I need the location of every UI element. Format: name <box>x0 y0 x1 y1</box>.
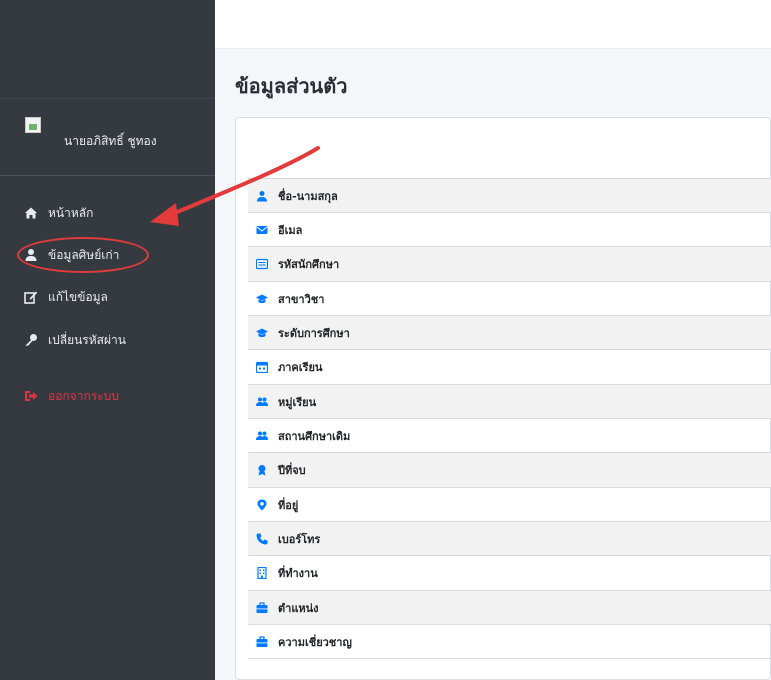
graduation-cap-icon <box>256 293 268 305</box>
sidebar-item-label: เปลี่ยนรหัสผ่าน <box>48 332 126 347</box>
sidebar-item-label: หน้าหลัก <box>48 205 94 220</box>
field-label: ระดับการศึกษา <box>278 327 350 340</box>
page-title: ข้อมูลส่วนตัว <box>235 74 348 98</box>
field-row-fullname: ชื่อ-นามสกุล <box>248 178 771 213</box>
id-card-icon <box>255 258 269 270</box>
field-row-position: ตำแหน่ง <box>248 590 771 625</box>
phone-icon <box>256 533 268 545</box>
sidebar-item-change-password[interactable]: เปลี่ยนรหัสผ่าน <box>0 320 215 360</box>
sidebar-item-label: แก้ไขข้อมูล <box>48 289 108 304</box>
map-marker-icon <box>256 499 268 511</box>
user-icon <box>256 190 268 202</box>
field-label: ปีที่จบ <box>278 464 306 477</box>
field-row-major: สาขาวิชา <box>248 281 771 316</box>
annotation-highlight-circle <box>17 237 149 273</box>
building-icon <box>256 566 268 580</box>
field-row-semester: ภาคเรียน <box>248 349 771 384</box>
briefcase-icon <box>256 635 268 648</box>
field-label: เบอร์โทร <box>278 533 321 546</box>
field-label: ชื่อ-นามสกุล <box>278 190 338 203</box>
field-row-student-id: รหัสนักศึกษา <box>248 246 771 281</box>
calendar-icon <box>255 361 269 374</box>
field-label: ตำแหน่ง <box>278 602 319 615</box>
mail-icon <box>256 224 268 236</box>
award-icon <box>256 464 268 476</box>
avatar <box>25 117 41 133</box>
field-row-graduation-year: ปีที่จบ <box>248 452 771 487</box>
graduation-cap-icon <box>256 327 268 339</box>
field-label: ภาคเรียน <box>278 361 323 374</box>
field-label: อีเมล <box>278 224 303 237</box>
field-label: รหัสนักศึกษา <box>278 258 340 271</box>
field-label: ที่อยู่ <box>278 499 299 512</box>
users-icon <box>256 430 268 442</box>
sidebar: นายอภิสิทธิ์ ชูทอง หน้าหลัก ข้อมูลศิษย์เ… <box>0 0 215 680</box>
edit-icon <box>24 290 38 304</box>
key-icon <box>24 333 38 347</box>
briefcase-icon <box>256 602 268 614</box>
field-row-expertise: ความเชี่ยวชาญ <box>248 624 771 659</box>
logout-icon <box>24 389 38 403</box>
field-label: หมู่เรียน <box>278 396 317 409</box>
field-row-email: อีเมล <box>248 212 771 247</box>
field-label: สถานศึกษาเดิม <box>278 430 351 443</box>
field-row-class-group: หมู่เรียน <box>248 384 771 419</box>
users-icon <box>256 396 268 408</box>
field-row-workplace: ที่ทำงาน <box>248 555 771 590</box>
home-icon <box>24 206 38 220</box>
field-row-previous-school: สถานศึกษาเดิม <box>248 418 771 453</box>
field-label: ที่ทำงาน <box>278 567 318 580</box>
field-label: ความเชี่ยวชาญ <box>278 635 352 649</box>
sidebar-item-home[interactable]: หน้าหลัก <box>0 193 215 233</box>
sidebar-item-edit[interactable]: แก้ไขข้อมูล <box>0 277 215 317</box>
user-profile[interactable]: นายอภิสิทธิ์ ชูทอง <box>0 98 215 176</box>
field-row-address: ที่อยู่ <box>248 487 771 522</box>
field-label: สาขาวิชา <box>278 293 325 306</box>
sidebar-item-logout[interactable]: ออกจากระบบ <box>0 376 215 416</box>
field-row-education-level: ระดับการศึกษา <box>248 315 771 350</box>
logout-label: ออกจากระบบ <box>48 388 119 403</box>
profile-name: นายอภิสิทธิ์ ชูทอง <box>64 134 157 148</box>
field-row-phone: เบอร์โทร <box>248 521 771 556</box>
